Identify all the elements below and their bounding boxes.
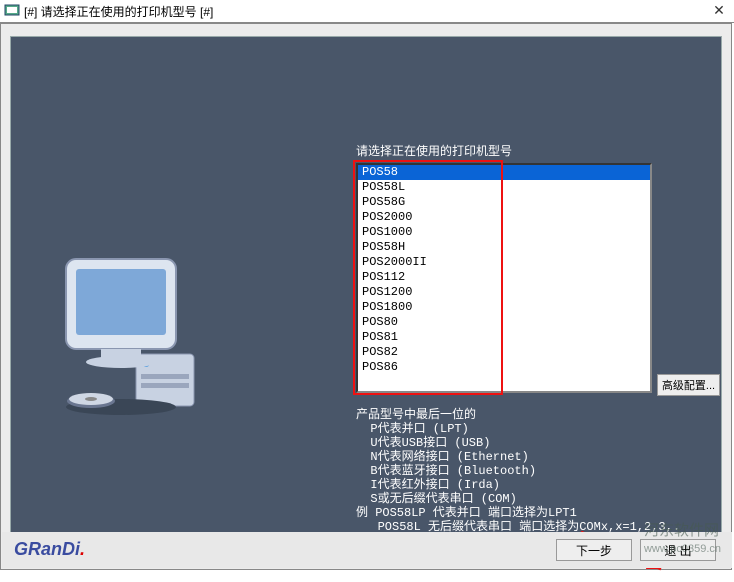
prompt-label: 请选择正在使用的打印机型号 <box>356 142 512 159</box>
close-icon[interactable]: ✕ <box>710 3 728 19</box>
app-icon <box>4 3 20 19</box>
window-title: [#] 请选择正在使用的打印机型号 [#] <box>24 3 213 20</box>
list-item[interactable]: POS86 <box>358 360 650 375</box>
model-listbox[interactable]: POS58POS58LPOS58GPOS2000POS1000POS58HPOS… <box>356 163 652 393</box>
content-area: 请选择正在使用的打印机型号 POS58POS58LPOS58GPOS2000PO… <box>0 23 732 570</box>
list-item[interactable]: POS81 <box>358 330 650 345</box>
suffix-info-text: 产品型号中最后一位的 P代表并口 (LPT) U代表USB接口 (USB) N代… <box>356 408 680 548</box>
titlebar: [#] 请选择正在使用的打印机型号 [#] ✕ <box>0 0 734 23</box>
list-item[interactable]: POS82 <box>358 345 650 360</box>
list-item[interactable]: POS58L <box>358 180 650 195</box>
list-item[interactable]: POS112 <box>358 270 650 285</box>
list-item[interactable]: POS2000 <box>358 210 650 225</box>
list-item[interactable]: POS80 <box>358 315 650 330</box>
list-item[interactable]: POS58H <box>358 240 650 255</box>
bottom-bar: GRanDi. 下一步 退 出 <box>2 532 732 568</box>
brand-logo: GRanDi. <box>14 539 85 560</box>
advanced-config-button[interactable]: 高级配置... <box>657 374 720 396</box>
list-item[interactable]: POS1000 <box>358 225 650 240</box>
next-button[interactable]: 下一步 <box>556 539 632 561</box>
list-item[interactable]: POS1200 <box>358 285 650 300</box>
list-item[interactable]: POS1800 <box>358 300 650 315</box>
list-item[interactable]: POS58 <box>358 165 650 180</box>
exit-button[interactable]: 退 出 <box>640 539 716 561</box>
list-item[interactable]: POS2000II <box>358 255 650 270</box>
computer-illustration <box>46 249 276 419</box>
list-item[interactable]: POS58G <box>358 195 650 210</box>
